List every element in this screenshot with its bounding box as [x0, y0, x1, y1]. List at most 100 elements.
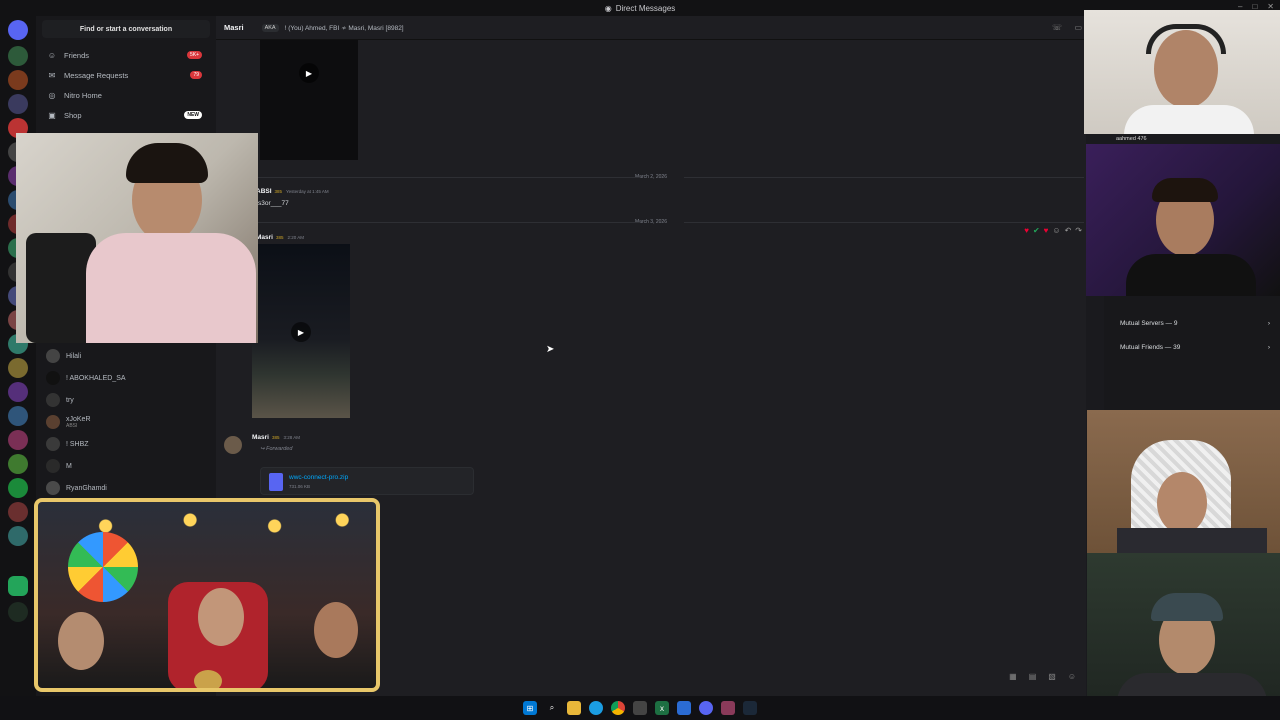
author-name[interactable]: ABSI: [256, 188, 272, 195]
dm-name: Hilali: [66, 352, 82, 360]
guild-tag: 385: [274, 189, 283, 194]
nav-friends[interactable]: ☺ Friends 5K+: [40, 46, 210, 64]
play-icon[interactable]: ▶: [299, 63, 319, 83]
message-author: Masri 385 2:20 AM: [256, 234, 304, 241]
server-icon[interactable]: [8, 454, 28, 474]
friends-badge: 5K+: [186, 51, 202, 59]
message-time: 2:20 AM: [287, 235, 305, 240]
file-icon: [269, 473, 283, 491]
nav-label: Message Requests: [64, 70, 129, 80]
mouse-cursor: ➤: [546, 344, 555, 355]
heart-reaction-icon[interactable]: ♥: [1024, 226, 1029, 235]
steam-icon[interactable]: [743, 701, 757, 715]
sticker-icon[interactable]: ▧: [1048, 672, 1056, 681]
webcam-overlay: [16, 133, 258, 343]
server-icon[interactable]: [8, 526, 28, 546]
discord-taskbar-icon[interactable]: [699, 701, 713, 715]
mutual-servers-label: Mutual Servers — 9: [1120, 319, 1178, 327]
face: [58, 612, 104, 670]
forward-icon[interactable]: ↷: [1075, 226, 1082, 235]
start-icon[interactable]: ⊞: [523, 701, 537, 715]
webcam-overlay: [1084, 10, 1280, 134]
server-icon[interactable]: [8, 46, 28, 66]
app-icon[interactable]: [677, 701, 691, 715]
nav-shop[interactable]: ▣ Shop NEW: [40, 106, 210, 124]
dm-name: M: [66, 462, 72, 470]
dm-name: RyanGhamdi: [66, 484, 107, 492]
store-icon[interactable]: [633, 701, 647, 715]
add-reaction-icon[interactable]: ☺: [1052, 226, 1060, 235]
dm-item[interactable]: xJoKeR ABSI: [46, 412, 206, 432]
avatar: [46, 415, 60, 429]
dm-name: ! SHBZ: [66, 440, 89, 448]
dm-item[interactable]: M: [46, 456, 206, 476]
avatar[interactable]: [224, 436, 242, 454]
server-icon[interactable]: [8, 382, 28, 402]
search-icon[interactable]: ⌕: [545, 701, 559, 715]
author-name[interactable]: Masri: [252, 434, 269, 441]
webcam-overlay: [1087, 553, 1280, 720]
file-name[interactable]: wwc-connect-pro.zip: [289, 474, 348, 481]
chrome-icon[interactable]: [611, 701, 625, 715]
hair: [1152, 178, 1218, 202]
search-input[interactable]: Find or start a conversation: [42, 20, 210, 38]
dm-item[interactable]: RyanGhamdi: [46, 478, 206, 498]
check-reaction-icon[interactable]: ✔: [1033, 226, 1040, 235]
edge-icon[interactable]: [589, 701, 603, 715]
broken-heart-reaction-icon[interactable]: ♥: [1044, 226, 1049, 235]
message-time: Yesterday at 1:45 AM: [286, 189, 329, 194]
mutual-friends-row[interactable]: Mutual Friends — 39 ›: [1120, 338, 1270, 356]
author-name[interactable]: Masri: [256, 234, 273, 241]
emoji-icon[interactable]: ☺: [1068, 672, 1076, 681]
dm-item[interactable]: Hilali: [46, 346, 206, 366]
server-icon[interactable]: [8, 406, 28, 426]
file-attachment[interactable]: wwc-connect-pro.zip 731.06 KB: [260, 467, 474, 495]
headset: [1146, 24, 1226, 54]
add-server-icon[interactable]: [8, 576, 28, 596]
reply-icon[interactable]: ↶: [1065, 226, 1072, 235]
gift-icon[interactable]: ▦: [1009, 672, 1017, 681]
play-icon[interactable]: ▶: [291, 322, 311, 342]
excel-icon[interactable]: x: [655, 701, 669, 715]
video-attachment[interactable]: ▶: [252, 244, 350, 418]
chat-header: Masri AKA ! (You) Ahmed, FBI ≁ Masri, Ma…: [216, 16, 1086, 40]
hair: [126, 143, 208, 183]
home-button[interactable]: [8, 20, 28, 40]
nav-nitro-home[interactable]: ◎ Nitro Home: [40, 86, 210, 104]
message-author: ABSI 385 Yesterday at 1:45 AM: [256, 188, 329, 195]
date-divider: March 2, 2026: [216, 174, 1086, 180]
app-icon[interactable]: [721, 701, 735, 715]
gif-icon[interactable]: ▤: [1029, 672, 1037, 681]
profile-panel: Mutual Servers — 9 › Mutual Friends — 39…: [1104, 296, 1280, 416]
server-icon[interactable]: [8, 430, 28, 450]
server-icon[interactable]: [8, 94, 28, 114]
dm-item[interactable]: ! SHBZ: [46, 434, 206, 454]
webcam-overlay: [1086, 144, 1280, 296]
mutual-servers-row[interactable]: Mutual Servers — 9 ›: [1120, 314, 1270, 332]
dm-name: xJoKeR: [66, 415, 91, 423]
chevron-right-icon: ›: [1267, 319, 1270, 327]
call-icon[interactable]: ☏: [1052, 23, 1062, 32]
avatar: [46, 459, 60, 473]
video-icon[interactable]: ▭: [1074, 23, 1082, 32]
avatar: [46, 437, 60, 451]
mutual-friends-label: Mutual Friends — 39: [1120, 343, 1181, 351]
webcam-overlay: [1087, 410, 1280, 553]
nav-message-requests[interactable]: ✉ Message Requests 79: [40, 66, 210, 84]
shop-icon: ▣: [48, 110, 56, 120]
aka-members: ! (You) Ahmed, FBI ≁ Masri, Masri [8982]: [284, 24, 404, 32]
dm-subtitle: ABSI: [66, 422, 78, 429]
video-attachment[interactable]: ▶: [260, 40, 358, 160]
dm-item[interactable]: try: [46, 390, 206, 410]
nav-label: Nitro Home: [64, 90, 102, 100]
folder-icon[interactable]: [567, 701, 581, 715]
server-icon[interactable]: [8, 502, 28, 522]
server-icon[interactable]: [8, 478, 28, 498]
discord-icon: ◉: [604, 3, 612, 13]
server-icon[interactable]: [8, 358, 28, 378]
chevron-right-icon: ›: [1267, 343, 1270, 351]
requests-badge: 79: [190, 71, 202, 79]
discover-icon[interactable]: [8, 602, 28, 622]
dm-item[interactable]: ! ABOKHALED_SA: [46, 368, 206, 388]
server-icon[interactable]: [8, 70, 28, 90]
